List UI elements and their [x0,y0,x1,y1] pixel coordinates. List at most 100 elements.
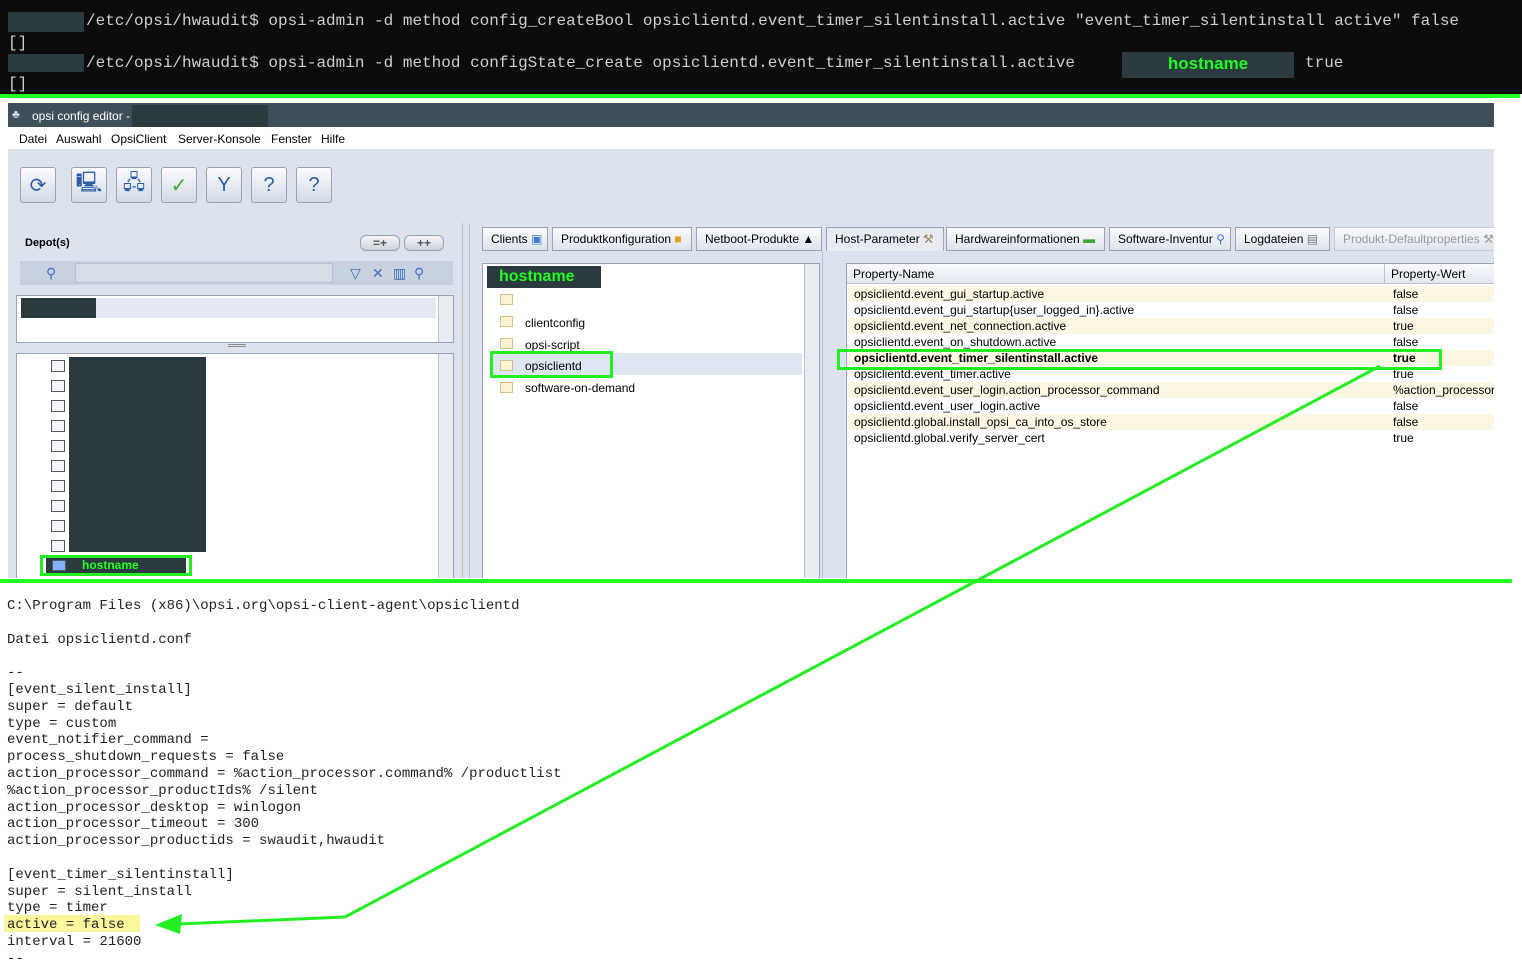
config-group-tree[interactable]: hostname clientconfig opsi-script opsicl… [482,263,820,578]
property-value[interactable]: %action_processor. [1393,382,1494,398]
redacted-title [132,105,268,127]
property-row[interactable]: opsiclientd.event_user_login.action_proc… [848,382,1494,398]
splitter-handle[interactable] [228,344,246,347]
pane-divider-2[interactable] [822,251,842,578]
tab-clients[interactable]: Clients ▣ [482,227,548,251]
property-name: opsiclientd.event_user_login.active [854,399,1041,413]
client-tree[interactable] [16,353,454,578]
config-line: -- [7,665,24,682]
property-row[interactable]: opsiclientd.event_gui_startup{user_logge… [848,302,1494,318]
depot-add-button[interactable]: ++ [404,235,444,251]
group-scrollbar[interactable] [804,264,819,578]
new-client-icon[interactable]: 🖳 [71,167,107,203]
monitor-icon: ▣ [531,232,543,246]
computer-icon [51,380,65,392]
filter-icon[interactable]: ▽ [350,265,361,282]
config-line: super = silent_install [7,883,192,900]
highlight-opsiclientd-group [490,351,613,378]
help-users-icon[interactable]: ? [296,167,332,203]
group-item-opsi-script[interactable]: opsi-script [525,338,580,352]
tab-host-parameter[interactable]: Host-Parameter ⚒ [826,227,944,251]
redacted-user [8,54,84,72]
config-line: interval = 21600 [7,934,142,950]
menu-server-konsole[interactable]: Server-Konsole [178,132,261,146]
config-line: type = timer [7,900,108,917]
property-value[interactable]: false [1393,334,1418,350]
terminal-hostname: hostname [1122,52,1294,78]
config-line: [event_timer_silentinstall] [7,866,234,883]
search-row: ⚲ ▽ ✕ ▥ ⚲ [20,261,453,285]
property-value[interactable]: false [1393,286,1418,302]
menu-fenster[interactable]: Fenster [271,132,312,146]
computer-icon [51,400,65,412]
menu-auswahl[interactable]: Auswahl [56,132,101,146]
selected-client-label[interactable]: hostname [46,558,186,573]
menu-opsiclient[interactable]: OpsiClient [111,132,166,146]
config-line: event_notifier_command = [7,732,209,749]
menu-datei[interactable]: Datei [19,132,47,146]
depot-scrollbar[interactable] [438,296,453,342]
property-name: opsiclientd.global.install_opsi_ca_into_… [854,415,1107,429]
tab-logdateien[interactable]: Logdateien ▤ [1235,227,1330,251]
group-item-clientconfig[interactable]: clientconfig [525,316,585,330]
property-row[interactable]: opsiclientd.event_net_connection.active t… [848,318,1494,334]
tab-produkt-defaultproperties[interactable]: Produkt-Defaultproperties ⚒ [1334,227,1494,251]
terminal-line-2: [] [8,34,28,52]
client-scrollbar[interactable] [438,354,453,578]
linux-icon: ▲ [802,232,815,246]
property-row[interactable]: opsiclientd.event_gui_startup.active fals… [848,286,1494,302]
group-item-software-on-demand[interactable]: software-on-demand [525,381,635,395]
tab-netboot-produkte[interactable]: Netboot-Produkte ▲ [696,227,822,251]
tools-icon[interactable]: ✕ [372,265,384,282]
search-tree-icon[interactable]: ⚲ [414,265,424,282]
depot-row-selected[interactable] [96,298,436,318]
property-row[interactable]: opsiclientd.event_user_login.active false [848,398,1494,414]
config-line: Datei opsiclientd.conf [7,631,192,648]
tab-bar: Clients ▣ Produktkonfiguration ■ Netboot… [482,227,1494,251]
property-table[interactable]: Property-Name Property-Wert opsiclientd.… [846,263,1494,578]
tab-software-inventur[interactable]: Software-Inventur ⚲ [1109,227,1231,251]
property-value[interactable]: false [1393,414,1418,430]
property-name: opsiclientd.event_net_connection.active [854,319,1067,333]
package-icon: ■ [674,232,682,246]
hardware-icon: ▬ [1083,232,1096,246]
log-file-icon: ▤ [1306,232,1319,246]
menu-bar: Datei Auswahl OpsiClient Server-Konsole … [8,127,1494,149]
save-check-icon[interactable]: ✓ [161,167,197,203]
header-property-value[interactable]: Property-Wert [1385,264,1494,284]
config-line: -- [7,950,24,967]
property-row[interactable]: opsiclientd.global.install_opsi_ca_into_… [848,414,1494,430]
book-icon[interactable]: ▥ [393,265,406,282]
menu-hilfe[interactable]: Hilfe [321,132,345,146]
property-value[interactable]: false [1393,398,1418,414]
config-line: super = default [7,698,134,715]
computer-icon [51,420,65,432]
property-row[interactable]: opsiclientd.event_on_shutdown.active fals… [848,334,1494,350]
depot-select-button[interactable]: =+ [360,235,400,251]
computer-icon [51,540,65,552]
help-network-icon[interactable]: ? [251,167,287,203]
folder-icon [500,294,513,305]
tab-hardwareinformationen[interactable]: Hardwareinformationen ▬ [946,227,1105,251]
depot-list[interactable] [16,295,454,343]
pane-divider[interactable] [462,223,470,578]
property-value[interactable]: true [1393,430,1414,446]
property-value[interactable]: true [1393,318,1414,334]
config-line: action_processor_timeout = 300 [7,816,260,833]
green-separator [0,94,1520,98]
client-network-icon[interactable]: 🖧 [116,167,152,203]
refresh-icon[interactable]: ⟳ [20,167,56,203]
tab-produktkonfiguration[interactable]: Produktkonfiguration ■ [552,227,692,251]
search-input[interactable] [75,263,333,283]
header-property-name[interactable]: Property-Name [847,264,1385,284]
computer-icon [51,480,65,492]
computer-icon [51,440,65,452]
group-root-hostname[interactable]: hostname [487,266,601,288]
property-value[interactable]: false [1393,302,1418,318]
property-row[interactable]: opsiclientd.global.verify_server_cert tru… [848,430,1494,446]
tab-label: Produktkonfiguration [561,232,672,246]
terminal-line-4: [] [8,75,28,93]
config-line: process_shutdown_requests = false [7,749,285,766]
property-name: opsiclientd.event_gui_startup{user_logge… [854,303,1135,317]
filter-icon[interactable]: Y [206,167,242,203]
